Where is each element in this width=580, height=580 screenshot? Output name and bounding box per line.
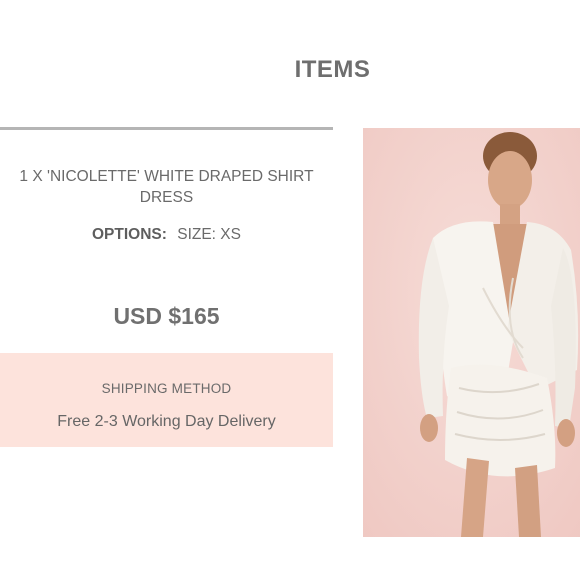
product-options: OPTIONS: SIZE: XS — [0, 226, 333, 244]
items-heading: ITEMS — [294, 56, 371, 83]
shipping-method-value: Free 2-3 Working Day Delivery — [57, 413, 276, 430]
section-divider — [0, 127, 333, 130]
options-label: OPTIONS: — [92, 226, 167, 243]
shipping-method-title: SHIPPING METHOD — [101, 381, 232, 396]
product-price: USD $165 — [113, 303, 220, 329]
options-value: SIZE: XS — [177, 226, 241, 243]
shipping-method-panel: SHIPPING METHOD Free 2-3 Working Day Del… — [0, 353, 333, 447]
brand-logo — [240, 0, 310, 8]
product-name: 1 X 'NICOLETTE' WHITE DRAPED SHIRT DRESS — [19, 168, 314, 206]
product-image[interactable] — [363, 128, 580, 537]
